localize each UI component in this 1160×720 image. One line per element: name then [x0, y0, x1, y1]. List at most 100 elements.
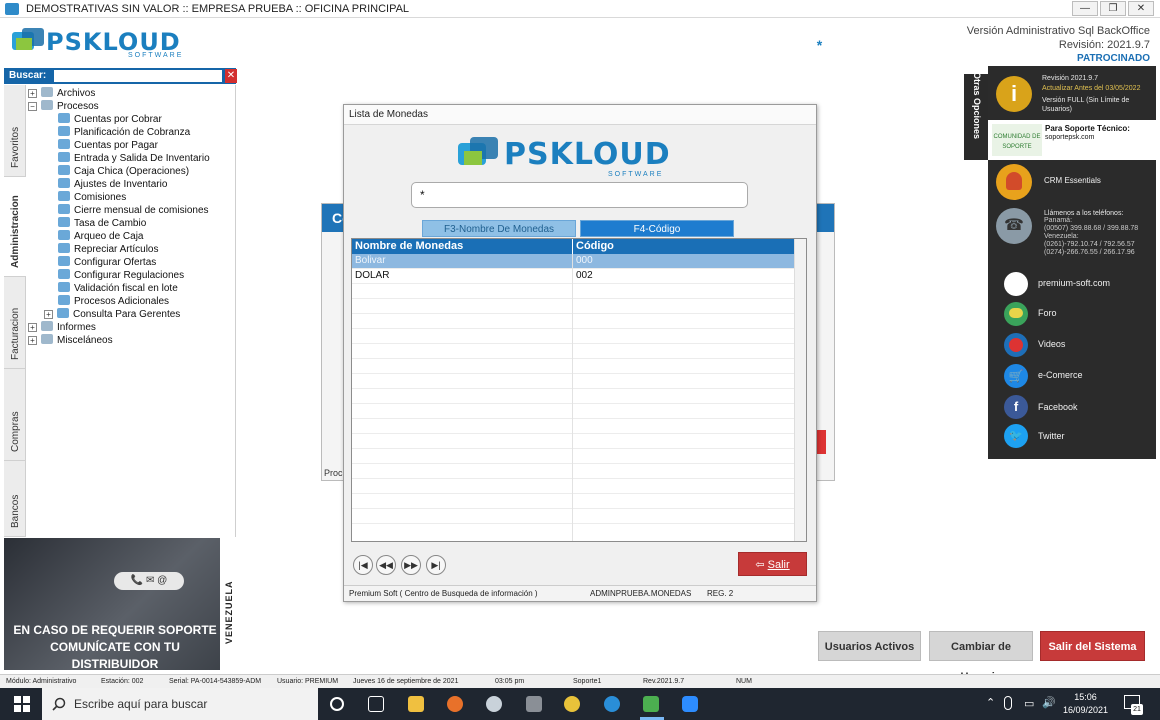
tree-item[interactable]: Entrada y Salida De Inventario — [58, 152, 210, 165]
taskbar-clock[interactable]: 15:06 16/09/2021 — [1063, 691, 1108, 717]
link-twitter[interactable]: Twitter — [1038, 431, 1065, 441]
tree-node-consulta-gerentes[interactable]: + Consulta Para Gerentes — [44, 308, 180, 321]
tree-node-procesos[interactable]: − Procesos — [28, 100, 99, 113]
tree-item[interactable]: Comisiones — [58, 191, 126, 204]
folder-icon — [41, 87, 53, 97]
currency-search-input[interactable]: * — [411, 182, 748, 208]
cortana-icon[interactable] — [330, 697, 344, 711]
clear-search-icon[interactable]: ✕ — [225, 69, 237, 83]
app-icon[interactable] — [486, 696, 502, 712]
version-info: Versión Administrativo Sql BackOffice * … — [817, 24, 1150, 66]
process-icon — [58, 139, 70, 149]
active-users-button[interactable]: Usuarios Activos — [818, 631, 921, 661]
expand-icon[interactable]: + — [28, 89, 37, 98]
grid-scrollbar[interactable] — [794, 239, 806, 541]
column-header-name[interactable]: Nombre de Monedas — [355, 240, 463, 252]
link-videos[interactable]: Videos — [1038, 339, 1065, 349]
tree-item[interactable]: Caja Chica (Operaciones) — [58, 165, 189, 178]
facebook-icon[interactable]: f — [1004, 395, 1028, 419]
tab-facturacion[interactable]: Facturacion — [4, 277, 26, 369]
tree-item[interactable]: Validación fiscal en lote — [58, 282, 178, 295]
tab-administracion[interactable]: Administracion — [4, 177, 26, 277]
first-record-button[interactable]: |◀ — [353, 555, 373, 575]
crm-label[interactable]: CRM Essentials — [1044, 176, 1101, 185]
premium-soft-icon[interactable] — [1004, 272, 1028, 296]
tree-item[interactable]: Arqueo de Caja — [58, 230, 144, 243]
tab-search-by-code[interactable]: F4-Código — [580, 220, 734, 237]
collapse-icon[interactable]: − — [28, 102, 37, 111]
expand-icon[interactable]: + — [28, 336, 37, 345]
firefox-icon[interactable] — [447, 696, 463, 712]
empty-row — [352, 284, 794, 299]
column-header-code[interactable]: Código — [576, 240, 614, 252]
calculator-icon[interactable] — [526, 696, 542, 712]
full-version-info: Versión FULL (Sin Límite de Usuarios) — [1042, 97, 1130, 113]
link-premium-soft[interactable]: premium-soft.com — [1038, 278, 1110, 288]
currency-grid: Nombre de Monedas Código Bolivar 000 DOL… — [351, 238, 807, 542]
sidebar-search-input[interactable] — [54, 70, 222, 82]
expand-icon[interactable]: + — [28, 323, 37, 332]
expand-icon[interactable]: + — [44, 310, 53, 319]
tray-chevron-icon[interactable]: ⌃ — [986, 696, 995, 709]
tree-item[interactable]: Tasa de Cambio — [58, 217, 146, 230]
volume-icon[interactable]: 🔊 — [1042, 696, 1056, 709]
tree-item[interactable]: Procesos Adicionales — [58, 295, 169, 308]
tree-node-miscelaneos[interactable]: + Misceláneos — [28, 334, 113, 347]
zoom-icon[interactable] — [682, 696, 698, 712]
tree-item[interactable]: Planificación de Cobranza — [58, 126, 190, 139]
videos-icon[interactable] — [1004, 333, 1028, 357]
last-record-button[interactable]: ▶| — [426, 555, 446, 575]
background-form-footer: Proc — [324, 468, 343, 478]
support-banner[interactable]: 📞 ✉ @ EN CASO DE REQUERIR SOPORTE COMUNÍ… — [4, 538, 236, 671]
exit-dialog-button[interactable]: ⇦ Salir — [738, 552, 807, 576]
update-warning: Actualizar Antes del 03/05/2022 — [1042, 85, 1141, 92]
tree-item[interactable]: Cuentas por Pagar — [58, 139, 158, 152]
forum-icon[interactable] — [1004, 302, 1028, 326]
microphone-icon[interactable] — [1004, 696, 1012, 710]
minimize-button[interactable]: — — [1072, 1, 1098, 16]
cell-name: Bolivar — [355, 255, 386, 266]
tree-item[interactable]: Configurar Ofertas — [58, 256, 156, 269]
mf-icon[interactable] — [564, 696, 580, 712]
link-ecomerce[interactable]: e-Comerce — [1038, 370, 1083, 380]
cart-icon[interactable]: 🛒 — [1004, 364, 1028, 388]
taskbar-search[interactable]: Escribe aquí para buscar — [42, 688, 318, 720]
tree-item[interactable]: Repreciar Artículos — [58, 243, 158, 256]
tree-item[interactable]: Ajustes de Inventario — [58, 178, 167, 191]
link-facebook[interactable]: Facebook — [1038, 402, 1078, 412]
tree-item[interactable]: Cierre mensual de comisiones — [58, 204, 209, 217]
table-row[interactable]: DOLAR 002 — [352, 269, 794, 284]
change-user-button[interactable]: Cambiar de Usuario — [929, 631, 1033, 683]
task-view-icon[interactable] — [368, 696, 384, 712]
file-explorer-icon[interactable] — [408, 696, 424, 712]
process-icon — [58, 230, 70, 240]
support-box[interactable]: COMUNIDAD DE SOPORTE Para Soporte Técnic… — [988, 120, 1156, 160]
pskloud-taskbar-icon[interactable] — [643, 696, 659, 712]
tree-node-informes[interactable]: + Informes — [28, 321, 96, 334]
tab-search-by-name[interactable]: F3-Nombre De Monedas — [422, 220, 576, 237]
process-icon — [58, 178, 70, 188]
tab-compras[interactable]: Compras — [4, 369, 26, 461]
crm-icon[interactable] — [996, 164, 1032, 200]
tab-bancos[interactable]: Bancos — [4, 461, 26, 537]
maximize-button[interactable]: ❐ — [1100, 1, 1126, 16]
status-time: 03:05 pm — [495, 678, 525, 685]
network-icon[interactable]: ▭ — [1024, 697, 1034, 710]
tree-item[interactable]: Configurar Regulaciones — [58, 269, 184, 282]
twitter-icon[interactable]: 🐦 — [1004, 424, 1028, 448]
process-icon — [58, 165, 70, 175]
notification-count: 21 — [1131, 704, 1143, 715]
app-icon[interactable] — [604, 696, 620, 712]
link-foro[interactable]: Foro — [1038, 308, 1057, 318]
next-record-button[interactable]: ▶▶ — [401, 555, 421, 575]
table-row[interactable]: Bolivar 000 — [352, 254, 794, 269]
tree-node-archivos[interactable]: + Archivos — [28, 87, 95, 100]
windows-start-icon[interactable] — [14, 696, 30, 712]
close-button[interactable]: ✕ — [1128, 1, 1154, 16]
tree-item[interactable]: Cuentas por Cobrar — [58, 113, 162, 126]
exit-system-button[interactable]: Salir del Sistema — [1040, 631, 1145, 661]
empty-row — [352, 464, 794, 479]
other-options-tab[interactable]: Otras Opciones — [964, 72, 988, 160]
tab-favoritos[interactable]: Favoritos — [4, 85, 26, 177]
previous-record-button[interactable]: ◀◀ — [376, 555, 396, 575]
